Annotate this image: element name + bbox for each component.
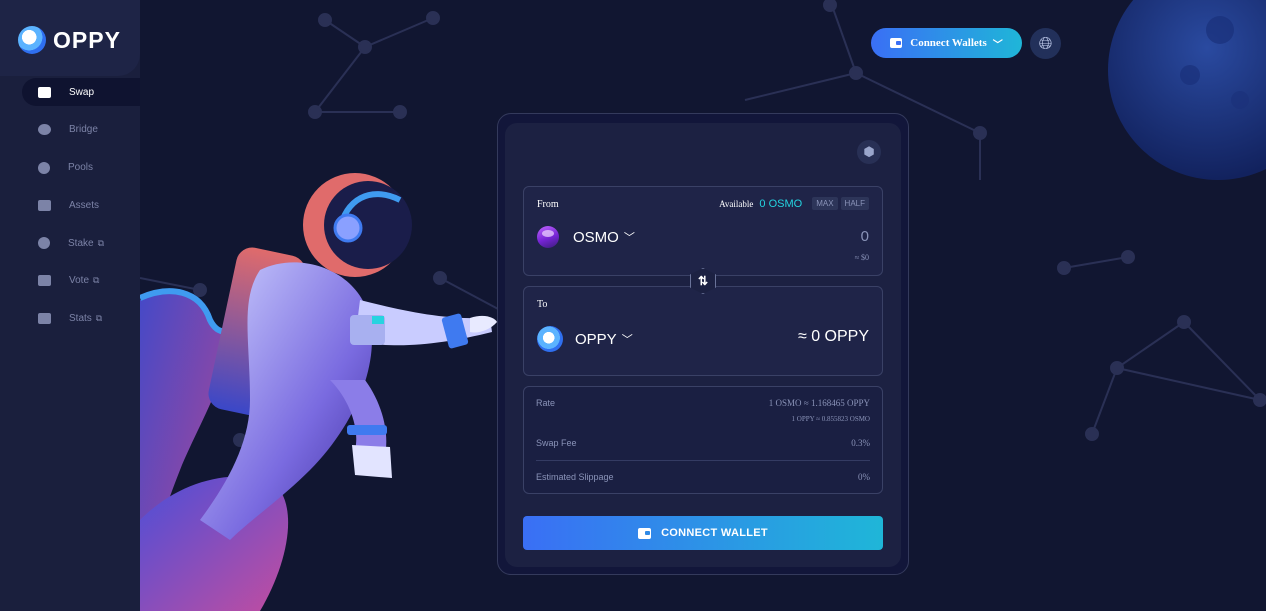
chevron-down-icon: ﹀ [992,39,1003,51]
language-button[interactable]: 🌐︎ [1030,28,1061,59]
sidebar-item-label: Stats [69,313,92,325]
external-link-icon: ⧉ [93,275,100,286]
to-token-selector[interactable]: OPPY ﹀ [537,326,633,352]
osmo-token-icon [537,226,559,248]
settings-icon: ⬢ [863,144,875,159]
logo[interactable]: OPPY [18,26,121,54]
astronaut-illustration [140,173,497,611]
chevron-down-icon: ﹀ [621,334,633,346]
available-value: 0 OSMO [759,197,803,210]
connect-wallet-label: CONNECT WALLET [661,527,768,539]
from-panel: From Available 0 OSMO MAX HALF OSMO ﹀ 0 … [523,186,883,276]
from-amount-input[interactable]: 0 [861,228,869,245]
to-token-name: OPPY [575,330,617,348]
sidebar-item-assets[interactable]: Assets [22,191,140,219]
external-link-icon: ⧉ [97,237,105,248]
sidebar-item-label: Stake [68,237,94,249]
from-token-selector[interactable]: OSMO ﹀ [537,226,635,248]
swap-fee-label: Swap Fee [536,438,577,448]
connect-wallets-button[interactable]: Connect Wallets ﹀ [871,28,1022,58]
rate-secondary: 1 OPPY ≈ 0.855823 OSMO [791,415,870,423]
slippage-label: Estimated Slippage [536,472,614,482]
available-balance: Available 0 OSMO MAX HALF [719,197,869,210]
sidebar: OPPY Swap Bridge Pools Assets Stake ⧉ Vo… [0,0,140,611]
bridge-icon [38,124,51,136]
from-token-name: OSMO [573,228,619,246]
globe-icon: 🌐︎ [1038,33,1053,53]
rate-label: Rate [536,398,556,408]
sidebar-nav: Swap Bridge Pools Assets Stake ⧉ Vote ⧉ … [22,78,140,343]
logo-area: OPPY [0,0,140,76]
sidebar-item-bridge[interactable]: Bridge [22,116,140,144]
sidebar-item-label: Vote [69,275,90,287]
planet-illustration [1108,0,1266,180]
oppy-logo-icon [18,26,46,54]
oppy-token-icon [537,326,563,352]
swap-arrows-icon: ⇅ [697,274,709,288]
sidebar-item-label: Assets [69,199,100,211]
assets-icon [38,199,51,211]
stats-icon [38,313,51,325]
sidebar-item-stake[interactable]: Stake ⧉ [22,229,140,257]
from-usd-value: ≈ $0 [854,253,869,262]
settings-button[interactable]: ⬢ [857,140,881,164]
chevron-down-icon: ﹀ [623,232,635,244]
brand-name: OPPY [53,26,121,53]
vote-icon [38,275,51,287]
stake-icon [38,237,50,250]
from-label: From [537,199,559,210]
rate-primary: 1 OSMO ≈ 1.168465 OPPY [768,398,870,408]
external-link-icon: ⧉ [95,313,103,324]
swap-card: ⬢ From Available 0 OSMO MAX HALF OSMO ﹀ … [497,113,909,575]
swap-fee-value: 0.3% [851,438,870,448]
swap-info: Rate 1 OSMO ≈ 1.168465 OPPY 1 OPPY ≈ 0.8… [523,386,883,494]
sidebar-item-vote[interactable]: Vote ⧉ [22,267,140,295]
to-amount: ≈ 0 OPPY [797,328,869,345]
divider [536,460,870,461]
available-label: Available [719,198,754,209]
wallet-icon [638,527,652,539]
sidebar-item-label: Swap [69,86,95,98]
wallet-icon [890,38,903,48]
to-label: To [537,299,548,310]
sidebar-item-pools[interactable]: Pools [22,154,140,182]
slippage-value: 0% [858,472,870,482]
connect-wallets-label: Connect Wallets [910,37,987,49]
to-panel: To OPPY ﹀ ≈ 0 OPPY [523,286,883,376]
sidebar-item-swap[interactable]: Swap [22,78,140,106]
swap-panel: ⬢ From Available 0 OSMO MAX HALF OSMO ﹀ … [505,123,901,567]
connect-wallet-button[interactable]: CONNECT WALLET [523,516,883,550]
max-button[interactable]: MAX [812,197,838,210]
pools-icon [38,161,50,174]
sidebar-item-stats[interactable]: Stats ⧉ [22,305,140,333]
half-button[interactable]: HALF [840,197,869,210]
sidebar-item-label: Bridge [69,124,98,136]
sidebar-item-label: Pools [68,162,94,174]
swap-icon [38,86,51,98]
